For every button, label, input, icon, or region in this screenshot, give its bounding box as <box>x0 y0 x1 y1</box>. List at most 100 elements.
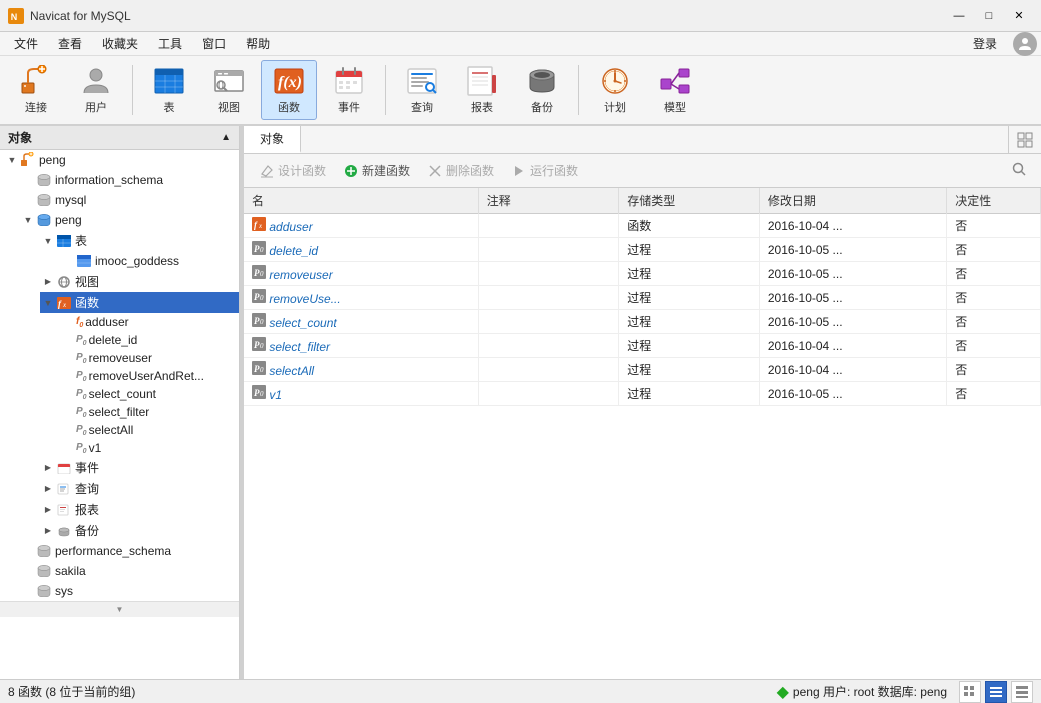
info-schema-label: information_schema <box>55 173 163 187</box>
toolbar-event[interactable]: 事件 <box>321 60 377 120</box>
tree-item-report-cat[interactable]: ▶ 报表 <box>40 499 239 520</box>
tree-item-sakila[interactable]: ▶ sakila <box>20 561 239 581</box>
table-row[interactable]: P0 removeUse... 过程 2016-10-05 ... 否 <box>244 286 1041 310</box>
no-arrow-removeuser: ▶ <box>60 354 76 363</box>
toolbar-user[interactable]: 用户 <box>68 60 124 120</box>
maximize-button[interactable]: □ <box>975 6 1003 26</box>
tree-item-removeUserAndRet[interactable]: ▶ P0 removeUserAndRet... <box>60 367 239 385</box>
table-row[interactable]: P0 selectAll 过程 2016-10-04 ... 否 <box>244 358 1041 382</box>
tree-item-sys[interactable]: ▶ sys <box>20 581 239 601</box>
grid-view-button[interactable] <box>959 681 981 703</box>
tree-item-selectAll[interactable]: ▶ P0 selectAll <box>60 421 239 439</box>
table-cat-icon <box>56 233 72 249</box>
tree-item-peng-db[interactable]: ▼ peng <box>20 210 239 230</box>
cell-deterministic: 否 <box>947 358 1041 382</box>
removeuser-proc-icon: P0 <box>76 352 87 365</box>
col-deterministic: 决定性 <box>947 188 1041 214</box>
svg-text:0: 0 <box>260 390 264 398</box>
svg-text:0: 0 <box>260 246 264 254</box>
toolbar-view[interactable]: 视图 <box>201 60 257 120</box>
toolbar-query[interactable]: 查询 <box>394 60 450 120</box>
cell-deterministic: 否 <box>947 286 1041 310</box>
sys-db-icon <box>36 583 52 599</box>
table-row[interactable]: P0 select_filter 过程 2016-10-04 ... 否 <box>244 334 1041 358</box>
tab-object[interactable]: 对象 <box>244 126 301 153</box>
expand-arrow-query: ▶ <box>40 484 56 493</box>
close-button[interactable]: ✕ <box>1005 6 1033 26</box>
new-func-label: 新建函数 <box>362 162 410 179</box>
design-func-button[interactable]: 设计函数 <box>252 159 334 182</box>
perf-schema-label: performance_schema <box>55 544 171 558</box>
tree-item-localhost[interactable]: ▼ peng <box>0 150 239 170</box>
sidebar-scroll-down[interactable]: ▼ <box>0 601 239 617</box>
tree-item-information-schema[interactable]: ▶ information_schema <box>20 170 239 190</box>
cell-deterministic: 否 <box>947 214 1041 238</box>
table-row[interactable]: P0 v1 过程 2016-10-05 ... 否 <box>244 382 1041 406</box>
cell-date: 2016-10-04 ... <box>759 358 946 382</box>
list-view-button[interactable] <box>985 681 1007 703</box>
tree-item-v1[interactable]: ▶ P0 v1 <box>60 439 239 457</box>
toolbar-schedule[interactable]: 计划 <box>587 60 643 120</box>
tree-item-func-cat[interactable]: ▼ f x 函数 <box>40 292 239 313</box>
tree-item-adduser[interactable]: ▶ f0 adduser <box>60 313 239 331</box>
run-func-button[interactable]: 运行函数 <box>504 159 586 182</box>
cell-date: 2016-10-05 ... <box>759 238 946 262</box>
cell-type: 过程 <box>619 286 760 310</box>
tab-extra-button[interactable] <box>1008 126 1041 153</box>
cell-deterministic: 否 <box>947 310 1041 334</box>
tree-item-select-count[interactable]: ▶ P0 select_count <box>60 385 239 403</box>
no-arrow-select-filter: ▶ <box>60 408 76 417</box>
toolbar-connect[interactable]: 连接 <box>8 60 64 120</box>
cell-comment <box>478 262 619 286</box>
search-button[interactable] <box>1005 158 1033 183</box>
toolbar-func[interactable]: f(x) 函数 <box>261 60 317 120</box>
tree-item-removeuser[interactable]: ▶ P0 removeuser <box>60 349 239 367</box>
no-arrow-removeUserAndRet: ▶ <box>60 372 76 381</box>
toolbar-model[interactable]: 模型 <box>647 60 703 120</box>
removeuser-label: removeuser <box>89 351 152 365</box>
tree-item-select-filter[interactable]: ▶ P0 select_filter <box>60 403 239 421</box>
login-button[interactable]: 登录 <box>965 33 1005 54</box>
backup-icon <box>526 65 558 97</box>
event-cat-label: 事件 <box>75 459 99 476</box>
table-row[interactable]: P0 removeuser 过程 2016-10-05 ... 否 <box>244 262 1041 286</box>
cell-name: P0 removeuser <box>244 262 478 286</box>
menu-window[interactable]: 窗口 <box>192 33 236 54</box>
toolbar-backup[interactable]: 备份 <box>514 60 570 120</box>
cell-name: P0 select_count <box>244 310 478 334</box>
mysql-label: mysql <box>55 193 86 207</box>
tree-item-event-cat[interactable]: ▶ 事件 <box>40 457 239 478</box>
table-row[interactable]: P0 delete_id 过程 2016-10-05 ... 否 <box>244 238 1041 262</box>
tree-item-imooc[interactable]: ▶ imooc_goddess <box>60 251 239 271</box>
tree-item-query-cat[interactable]: ▶ 查询 <box>40 478 239 499</box>
tree-item-delete-id[interactable]: ▶ P0 delete_id <box>60 331 239 349</box>
toolbar-table[interactable]: 表 <box>141 60 197 120</box>
tree-item-backup-cat[interactable]: ▶ 备份 <box>40 520 239 541</box>
detail-view-button[interactable] <box>1011 681 1033 703</box>
status-count: 8 函数 (8 位于当前的组) <box>8 683 135 700</box>
perf-db-icon <box>36 543 52 559</box>
minimize-button[interactable]: — <box>945 6 973 26</box>
cell-comment <box>478 382 619 406</box>
tree-item-view-cat[interactable]: ▶ 视图 <box>40 271 239 292</box>
new-func-button[interactable]: 新建函数 <box>336 159 418 182</box>
tree-item-mysql[interactable]: ▶ mysql <box>20 190 239 210</box>
sidebar-expand-icon[interactable]: ▲ <box>221 132 231 143</box>
tree-item-perf-schema[interactable]: ▶ performance_schema <box>20 541 239 561</box>
menu-help[interactable]: 帮助 <box>236 33 280 54</box>
toolbar-report[interactable]: 报表 <box>454 60 510 120</box>
menu-file[interactable]: 文件 <box>4 33 48 54</box>
imooc-table-icon <box>76 253 92 269</box>
delete-func-button[interactable]: 删除函数 <box>420 159 502 182</box>
table-row[interactable]: P0 select_count 过程 2016-10-05 ... 否 <box>244 310 1041 334</box>
func-cat-label: 函数 <box>75 294 99 311</box>
table-row[interactable]: fx adduser 函数 2016-10-04 ... 否 <box>244 214 1041 238</box>
tree-item-table-cat[interactable]: ▼ 表 <box>40 230 239 251</box>
select-count-label: select_count <box>89 387 156 401</box>
menu-view[interactable]: 查看 <box>48 33 92 54</box>
menu-favorites[interactable]: 收藏夹 <box>92 33 148 54</box>
cell-type: 过程 <box>619 358 760 382</box>
menu-tools[interactable]: 工具 <box>148 33 192 54</box>
cell-comment <box>478 334 619 358</box>
svg-text:0: 0 <box>260 342 264 350</box>
